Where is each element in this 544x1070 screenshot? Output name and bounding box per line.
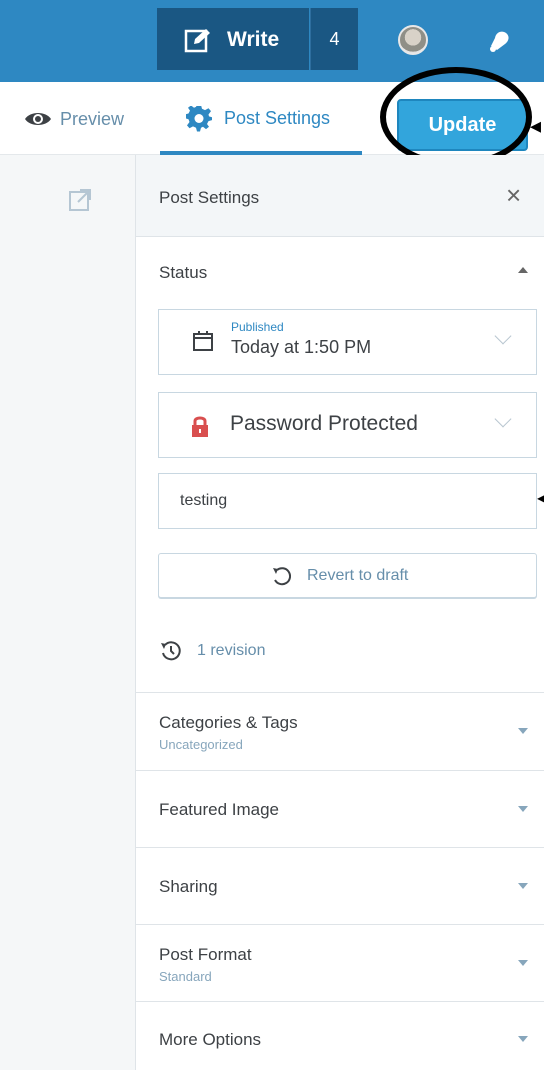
external-link-icon[interactable] <box>68 188 92 212</box>
section-subtitle: Standard <box>159 969 212 984</box>
pencil-square-icon <box>184 29 210 53</box>
close-icon[interactable]: × <box>506 182 521 208</box>
section-subtitle: Uncategorized <box>159 737 243 752</box>
expand-caret-icon <box>518 728 528 734</box>
post-settings-sidebar: Post Settings × Status Published Today a… <box>135 155 544 1070</box>
status-heading[interactable]: Status <box>159 263 207 283</box>
tab-post-settings[interactable]: Post Settings <box>160 82 362 155</box>
chevron-down-icon <box>494 327 512 345</box>
expand-caret-icon <box>518 1036 528 1042</box>
section-more-options[interactable]: More Options <box>136 1002 544 1070</box>
published-date: Today at 1:50 PM <box>231 337 372 357</box>
visibility-label: Password Protected <box>230 412 418 435</box>
lock-icon <box>192 416 208 437</box>
write-button[interactable]: Write <box>157 8 309 70</box>
sidebar-title: Post Settings <box>159 188 260 207</box>
section-post-format[interactable]: Post Format Standard <box>136 925 544 1002</box>
eye-icon <box>25 113 51 125</box>
section-title: Sharing <box>159 877 218 896</box>
draft-count-badge[interactable]: 4 <box>310 8 358 70</box>
publish-date-selector[interactable]: Published Today at 1:50 PM <box>158 309 537 375</box>
write-label: Write <box>227 28 280 51</box>
revert-to-draft-button[interactable]: Revert to draft <box>158 553 537 598</box>
gear-icon <box>186 106 212 132</box>
preview-label: Preview <box>60 108 125 129</box>
editor-gutter <box>0 155 135 1070</box>
annotation-arrow-tip: ◂ <box>537 490 544 507</box>
password-field[interactable] <box>158 473 537 529</box>
section-title: Post Format <box>159 945 252 964</box>
chevron-down-icon <box>494 410 512 428</box>
section-sharing[interactable]: Sharing <box>136 848 544 925</box>
history-icon <box>161 641 181 661</box>
published-label: Published <box>231 320 284 334</box>
section-featured-image[interactable]: Featured Image <box>136 771 544 848</box>
section-title: Featured Image <box>159 800 280 819</box>
undo-icon <box>273 567 291 586</box>
expand-caret-icon <box>518 883 528 889</box>
sidebar-header: Post Settings × <box>136 155 544 237</box>
user-avatar[interactable] <box>398 25 428 55</box>
expand-caret-icon <box>518 806 528 812</box>
calendar-icon <box>193 331 213 351</box>
revision-count-link[interactable]: 1 revision <box>197 642 265 660</box>
expand-caret-icon <box>518 960 528 966</box>
annotation-arrow-tip: ◂ <box>530 113 542 138</box>
section-title: Categories & Tags <box>159 713 298 732</box>
section-categories-tags[interactable]: Categories & Tags Uncategorized <box>136 693 544 771</box>
status-panel: Status Published Today at 1:50 PM Passwo… <box>136 237 544 693</box>
bell-icon[interactable] <box>483 24 515 56</box>
collapse-caret-icon[interactable] <box>518 267 528 273</box>
revert-label: Revert to draft <box>307 567 409 584</box>
annotation-circle <box>380 67 532 167</box>
visibility-selector[interactable]: Password Protected <box>158 392 537 458</box>
section-title: More Options <box>159 1030 262 1049</box>
post-settings-label: Post Settings <box>224 108 331 128</box>
preview-button[interactable]: Preview <box>24 107 124 131</box>
